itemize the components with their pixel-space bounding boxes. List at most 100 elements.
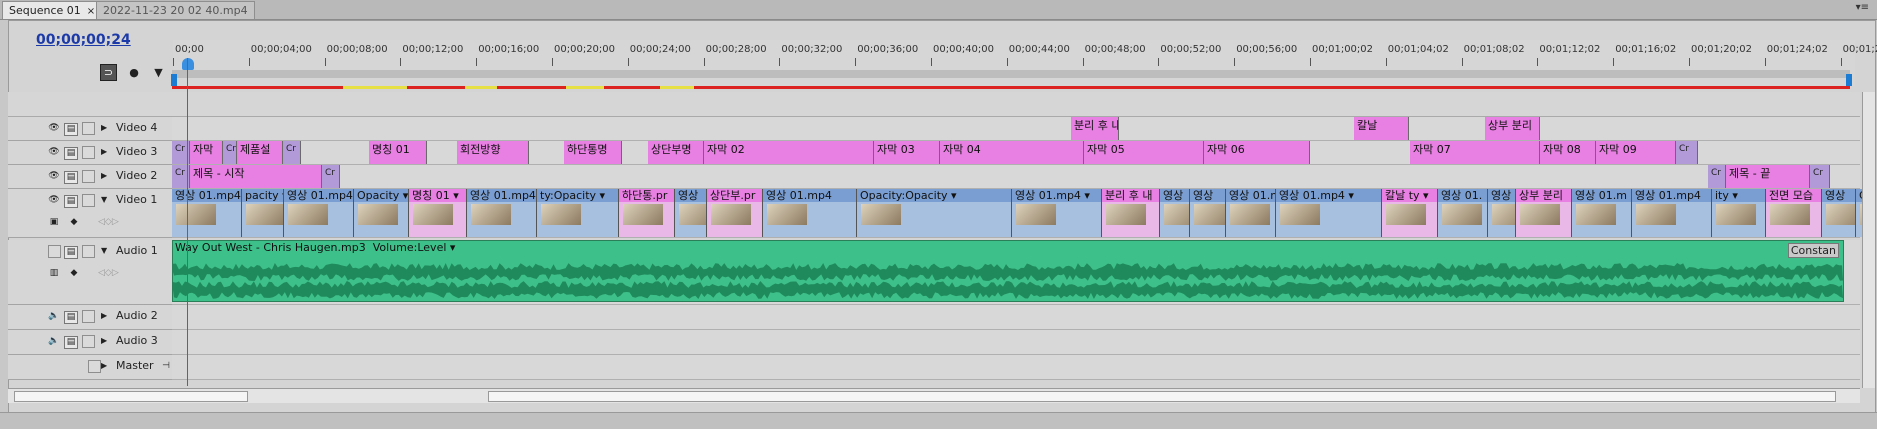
lane-video4[interactable]: 분리 후 내 칼날 상부 분리 [172, 117, 1860, 141]
title-clip[interactable]: 칼날 [1354, 117, 1409, 140]
eye-icon[interactable]: 👁 [48, 123, 60, 134]
audio-clip[interactable]: Way Out West - Chris Haugen.mp3 Volume:L… [172, 240, 1844, 302]
lock-toggle[interactable] [82, 335, 95, 348]
title-clip[interactable]: 자막 06 [1204, 141, 1310, 164]
video-clip[interactable]: 영상 [1488, 189, 1516, 237]
lane-audio2[interactable] [172, 305, 1860, 330]
video-clip[interactable]: ity ▾ [1712, 189, 1766, 237]
video-clip[interactable]: 영상 [1190, 189, 1226, 237]
lock-toggle[interactable] [82, 194, 95, 207]
title-clip[interactable]: 회전방향 [457, 141, 529, 164]
film-icon[interactable]: ▤ [64, 246, 78, 259]
video-clip[interactable]: 하단통.pr [619, 189, 675, 237]
video-clip[interactable]: ty:Opacity ▾ [537, 189, 619, 237]
video-clip[interactable]: 상단부.pr [707, 189, 763, 237]
expand-icon[interactable]: ▶ [101, 311, 107, 320]
collapse-icon[interactable]: ▼ [101, 246, 107, 255]
close-icon[interactable]: × [87, 6, 95, 17]
work-area-start-handle[interactable] [171, 74, 177, 86]
lane-audio3[interactable] [172, 330, 1860, 355]
lock-toggle[interactable] [82, 245, 95, 258]
title-clip[interactable]: 자막 07 [1410, 141, 1540, 164]
video-clip[interactable]: pacity ▾ [242, 189, 284, 237]
title-clip[interactable]: 자막 09 [1596, 141, 1676, 164]
film-icon[interactable]: ▤ [64, 311, 78, 324]
keyframe-nav-icon[interactable]: ◁◇▷ [98, 217, 119, 228]
playhead-line[interactable] [187, 58, 188, 386]
title-clip[interactable]: 자막 [190, 141, 223, 164]
title-clip[interactable]: 제목 - 시작 [190, 165, 322, 188]
expand-icon[interactable]: ▶ [101, 336, 107, 345]
video-clip[interactable]: 영상 01.m [1572, 189, 1632, 237]
video-clip[interactable]: 영상 01. [1438, 189, 1488, 237]
set-encore-marker-icon[interactable]: ● [127, 65, 142, 80]
expand-icon[interactable]: ▶ [101, 361, 107, 370]
eye-icon[interactable]: 👁 [48, 171, 60, 182]
audio-transition[interactable]: Constan [1787, 243, 1839, 258]
video-clip[interactable]: 영상 01.mp4 [467, 189, 537, 237]
keyframe-icon[interactable]: ◆ [68, 268, 80, 279]
title-clip[interactable]: 자막 05 [1084, 141, 1204, 164]
current-timecode[interactable]: 00;00;00;24 [36, 32, 131, 48]
add-marker-icon[interactable]: ▼ [151, 65, 166, 80]
playhead-handle[interactable] [182, 58, 194, 70]
work-area-end-handle[interactable] [1846, 74, 1852, 86]
video-clip[interactable]: Opacity ▾ [354, 189, 409, 237]
time-ruler[interactable]: 00;00 00;00;04;00 00;00;08;00 00;00;12;00 00… [173, 40, 1877, 86]
title-clip[interactable]: 상부 분리 [1485, 117, 1540, 140]
zoom-scroll-thumb[interactable] [488, 391, 1836, 402]
title-clip[interactable]: 분리 후 내 [1071, 117, 1119, 140]
expand-icon[interactable]: ▶ [101, 123, 107, 132]
expand-icon[interactable]: ▶ [101, 171, 107, 180]
video-clip[interactable]: Opacity:Opacity ▾ [857, 189, 1012, 237]
tab-sequence-01[interactable]: Sequence 01 × [2, 1, 103, 19]
film-icon[interactable]: ▤ [64, 336, 78, 349]
title-clip[interactable]: 하단통명 [564, 141, 622, 164]
video-clip[interactable]: 영상 01.mp4 [172, 189, 242, 237]
video-clip[interactable]: 분리 후 내 [1102, 189, 1160, 237]
video-clip[interactable]: 영상 01.mp4 [284, 189, 354, 237]
title-clip[interactable]: 명칭 01 [369, 141, 427, 164]
title-clip[interactable]: 제품설 [237, 141, 283, 164]
video-clip[interactable]: 영상 01.mp4 [1632, 189, 1712, 237]
eye-icon[interactable]: 👁 [48, 195, 60, 206]
video-clip[interactable]: 영상 [1822, 189, 1856, 237]
film-icon[interactable]: ▤ [64, 195, 78, 208]
speaker-icon[interactable]: 🔈 [48, 336, 60, 347]
work-area-bar[interactable] [172, 70, 1850, 78]
video-clip[interactable]: 영상 [1160, 189, 1190, 237]
title-clip[interactable]: 자막 08 [1540, 141, 1596, 164]
lane-video1[interactable]: 영상 01.mp4pacity ▾영상 01.mp4Opacity ▾명칭 01… [172, 189, 1874, 238]
title-clip[interactable]: 제목 - 끝 [1726, 165, 1810, 188]
video-clip[interactable]: 영상 01.mp4 ▾ [1276, 189, 1382, 237]
film-icon[interactable]: ▤ [64, 171, 78, 184]
lane-video3[interactable]: Cr 자막 Cr 제품설 Cr 명칭 01 회전방향 하단통명 상단부명 자막 02 자막 03 자막… [172, 141, 1860, 165]
video-clip[interactable]: 명칭 01 ▾ [409, 189, 467, 237]
title-clip[interactable]: 자막 03 [874, 141, 940, 164]
collapse-icon[interactable]: ▼ [101, 195, 107, 204]
audio-effect-dropdown[interactable]: Volume:Level ▾ [373, 241, 456, 254]
video-clip[interactable]: 영상 01.mp4 [763, 189, 857, 237]
expand-icon[interactable]: ▶ [101, 147, 107, 156]
eye-icon[interactable]: 👁 [48, 147, 60, 158]
transition-clip[interactable]: Cr [283, 141, 301, 164]
audio-vertical-scrollbar[interactable] [1862, 240, 1875, 388]
video-clip[interactable]: 칼날 ty ▾ [1382, 189, 1438, 237]
lock-toggle[interactable] [82, 122, 95, 135]
film-icon[interactable]: ▤ [64, 147, 78, 160]
video-clip[interactable]: 영상 [675, 189, 707, 237]
keyframe-icon[interactable]: ◆ [68, 217, 80, 228]
lock-toggle[interactable] [88, 360, 101, 373]
title-clip[interactable]: 자막 04 [940, 141, 1084, 164]
video-clip[interactable]: 전면 모습 [1766, 189, 1822, 237]
lock-toggle[interactable] [82, 146, 95, 159]
keyframe-nav-icon[interactable]: ◁◇▷ [98, 268, 119, 279]
lock-toggle[interactable] [82, 310, 95, 323]
panel-menu-icon[interactable]: ▾≡ [1856, 2, 1869, 13]
tab-source-clip[interactable]: 2022-11-23 20 02 40.mp4 [96, 1, 255, 19]
waveform-display-icon[interactable]: ▥ [48, 268, 60, 279]
video-vertical-scrollbar[interactable] [1862, 92, 1875, 240]
transition-clip[interactable]: Cr [1810, 165, 1830, 188]
title-clip[interactable]: 상단부명 [648, 141, 704, 164]
lane-video2[interactable]: Cr 제목 - 시작 Cr Cr 제목 - 끝 Cr [172, 165, 1860, 189]
